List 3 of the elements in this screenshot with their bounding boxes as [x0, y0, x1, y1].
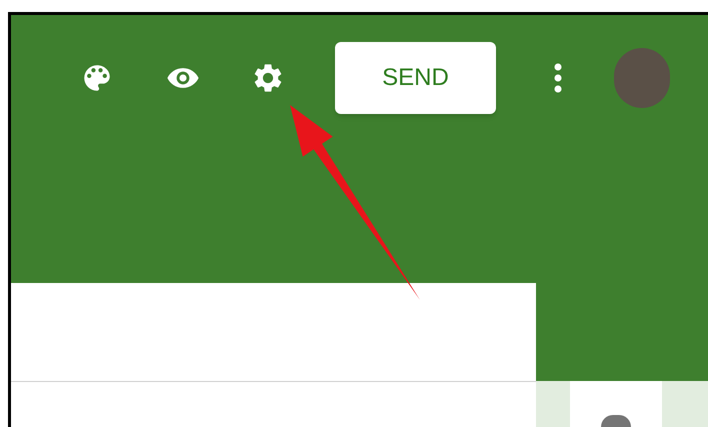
- more-options-icon[interactable]: [554, 63, 562, 93]
- add-icon[interactable]: [601, 415, 631, 427]
- send-button[interactable]: SEND: [335, 42, 496, 114]
